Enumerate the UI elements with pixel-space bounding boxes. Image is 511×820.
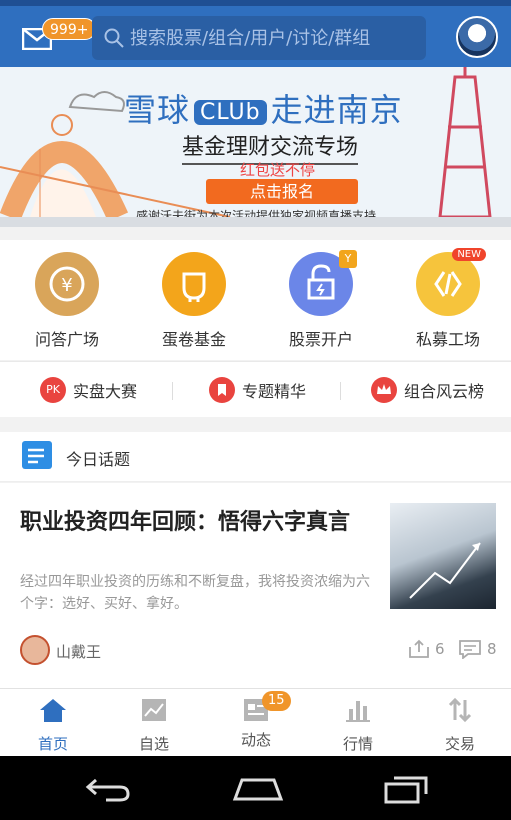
- link-label: 实盘大赛: [73, 382, 138, 401]
- quick-entry-label: 蛋卷基金: [161, 330, 226, 349]
- quick-entry-grid: ¥ 问答广场 蛋卷基金 Y 股票开户 NEW 私募工场: [0, 240, 511, 360]
- tab-label: 动态: [240, 731, 271, 749]
- unlock-icon: Y: [289, 250, 357, 316]
- link-label: 专题精华: [242, 382, 307, 401]
- comment-button[interactable]: 8: [458, 639, 497, 659]
- article-card[interactable]: 职业投资四年回顾：悟得六字真言 经过四年职业投资的历练和不断复盘，我将投资浓缩为…: [0, 483, 511, 688]
- private-fund-icon: NEW: [416, 248, 486, 316]
- author-name[interactable]: 山戴王: [56, 641, 101, 662]
- tab-watchlist[interactable]: 自选: [114, 697, 194, 754]
- tab-label: 首页: [37, 735, 68, 753]
- recent-apps-icon[interactable]: [384, 774, 430, 804]
- tab-label: 交易: [444, 735, 475, 753]
- divider: [172, 382, 173, 400]
- article-thumbnail[interactable]: [390, 503, 496, 609]
- crown-icon: [371, 377, 397, 403]
- tab-trade[interactable]: 交易: [420, 697, 500, 754]
- pk-icon: PK: [40, 377, 66, 403]
- user-avatar[interactable]: [456, 16, 498, 58]
- share-button[interactable]: 6: [408, 639, 445, 659]
- banner-title: 雪球 CLUb 走进南京: [124, 91, 403, 129]
- search-input[interactable]: [130, 16, 420, 60]
- svg-text:¥: ¥: [61, 275, 72, 296]
- link-label: 组合风云榜: [404, 382, 485, 401]
- link-portfolio-ranking[interactable]: 组合风云榜: [371, 376, 484, 404]
- share-icon: [409, 639, 429, 658]
- register-button[interactable]: 点击报名: [206, 179, 358, 204]
- share-count: 6: [435, 640, 445, 658]
- tab-activity[interactable]: 15 动态: [216, 691, 296, 750]
- bottom-tab-bar: 首页 自选 15 动态 行情 交易: [0, 688, 511, 756]
- author-avatar[interactable]: [20, 635, 50, 665]
- quick-entry-account[interactable]: Y 股票开户: [271, 250, 371, 350]
- search-icon: [104, 28, 124, 48]
- tab-market[interactable]: 行情: [318, 697, 398, 754]
- trend-chart-icon: [142, 699, 166, 721]
- bar-chart-icon: [346, 701, 370, 722]
- article-title[interactable]: 职业投资四年回顾：悟得六字真言: [20, 507, 366, 539]
- search-box[interactable]: [92, 16, 426, 60]
- mail-count-badge: 999+: [42, 18, 97, 40]
- bookmark-icon: [209, 377, 235, 403]
- banner-ground: [0, 217, 511, 227]
- link-topic-highlights[interactable]: 专题精华: [209, 376, 306, 404]
- quick-entry-label: 问答广场: [34, 330, 99, 349]
- back-icon[interactable]: [84, 774, 132, 802]
- yen-icon: ¥: [35, 252, 99, 316]
- banner-red-note: 红包送不停: [240, 161, 316, 179]
- feature-links: PK 实盘大赛 专题精华 组合风云榜: [0, 361, 511, 417]
- divider: [340, 382, 341, 400]
- tab-label: 自选: [138, 735, 169, 753]
- top-header: 999+: [0, 6, 511, 67]
- link-live-contest[interactable]: PK 实盘大赛: [40, 376, 137, 404]
- quick-entry-fund[interactable]: 蛋卷基金: [144, 252, 244, 350]
- article-summary: 经过四年职业投资的历练和不断复盘，我将投资浓缩为六个字：选好、买好、拿好。: [20, 574, 370, 612]
- topic-section-title: 今日话题: [66, 450, 131, 469]
- promo-banner[interactable]: 雪球 CLUb 走进南京 基金理财交流专场 红包送不停 点击报名 感谢沃夫街为本次活…: [0, 67, 511, 227]
- quick-entry-label: 股票开户: [288, 330, 353, 349]
- comment-icon: [459, 640, 481, 659]
- comment-count: 8: [487, 640, 497, 658]
- egg-roll-icon: [162, 252, 226, 316]
- quick-entry-qa[interactable]: ¥ 问答广场: [17, 252, 117, 350]
- quick-entry-badge: Y: [339, 250, 357, 268]
- swap-arrows-icon: [448, 697, 472, 723]
- quick-entry-label: 私募工场: [415, 330, 480, 349]
- quick-entry-badge: NEW: [452, 248, 486, 261]
- home-icon: [40, 699, 66, 722]
- topic-list-icon: [22, 441, 52, 469]
- quick-entry-private-fund[interactable]: NEW 私募工场: [398, 248, 498, 350]
- system-nav-bar: [0, 756, 511, 820]
- home-nav-icon[interactable]: [232, 776, 284, 802]
- topic-section-header: 今日话题: [0, 432, 511, 482]
- tab-badge: 15: [262, 691, 291, 711]
- tab-label: 行情: [342, 735, 373, 753]
- tab-home[interactable]: 首页: [13, 697, 93, 754]
